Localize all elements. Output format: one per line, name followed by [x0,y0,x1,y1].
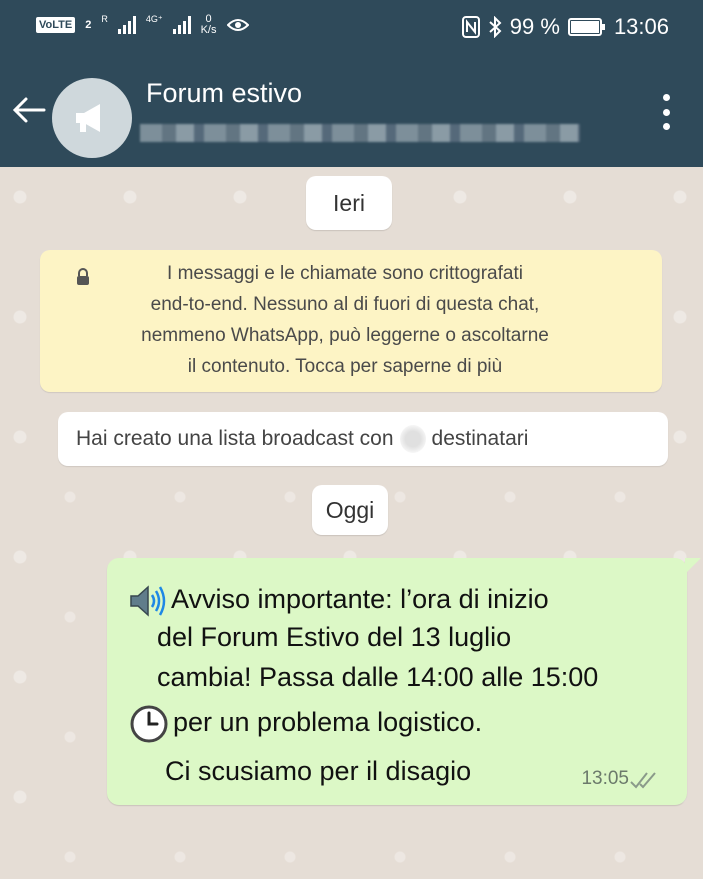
broadcast-avatar[interactable] [52,78,132,158]
encryption-notice-text: I messaggi e le chiamate sono crittograf… [141,263,549,377]
signal-icon [117,16,136,34]
battery-percent: 99 % [509,14,560,39]
status-bar: VoLTE 2 R 4G⁺ 0 K/s 99 % 13:06 [0,0,703,56]
date-chip-yesterday: Ieri [306,176,392,230]
bubble-tail [685,558,701,574]
encryption-notice[interactable]: I messaggi e le chiamate sono crittograf… [40,250,662,392]
chat-subtitle-redacted[interactable] [140,124,580,142]
network-type-label: 4G⁺ [145,13,163,24]
recipient-count-redacted [399,425,426,453]
nfc-icon [461,16,480,38]
broadcast-notice-before: Hai creato una lista broadcast con [76,427,394,450]
sim-number: 2 [85,19,92,31]
speaker-icon [130,585,166,617]
battery-icon [567,18,605,36]
lock-icon [77,268,89,285]
more-vert-icon[interactable] [661,94,671,130]
message-line: per un problema logistico. [129,704,482,744]
status-left: VoLTE 2 R 4G⁺ 0 K/s [36,14,249,36]
message-line: del Forum Estivo del 13 luglio [157,622,512,652]
net-speed: 0 K/s [201,14,217,36]
roaming-label: R [101,14,108,24]
clock-icon [130,705,168,743]
message-line: Avviso importante: l’ora di inizio [129,584,549,618]
message-time: 13:05 [581,768,629,789]
bluetooth-icon [489,16,502,38]
broadcast-notice: Hai creato una lista broadcast con desti… [58,412,668,466]
signal-icon-2 [172,16,191,34]
volte-badge: VoLTE [36,17,76,33]
message-line: Ci scusiamo per il disagio [165,756,472,786]
chat-title[interactable]: Forum estivo [146,78,302,109]
outgoing-message[interactable]: Avviso importante: l’ora di inizio del F… [107,558,701,805]
date-chip-today: Oggi [312,485,388,535]
eye-icon [226,19,249,31]
message-line: cambia! Passa dalle 14:00 alle 15:00 [157,662,599,692]
net-speed-unit: K/s [200,24,217,36]
chat-header: Forum estivo [0,56,703,167]
broadcast-megaphone-icon [76,104,100,132]
status-right: 99 % 13:06 [461,14,669,40]
broadcast-notice-after: destinatari [431,427,529,450]
clock: 13:06 [613,14,669,39]
read-ticks-icon [630,772,656,789]
back-arrow-icon[interactable] [12,96,46,124]
